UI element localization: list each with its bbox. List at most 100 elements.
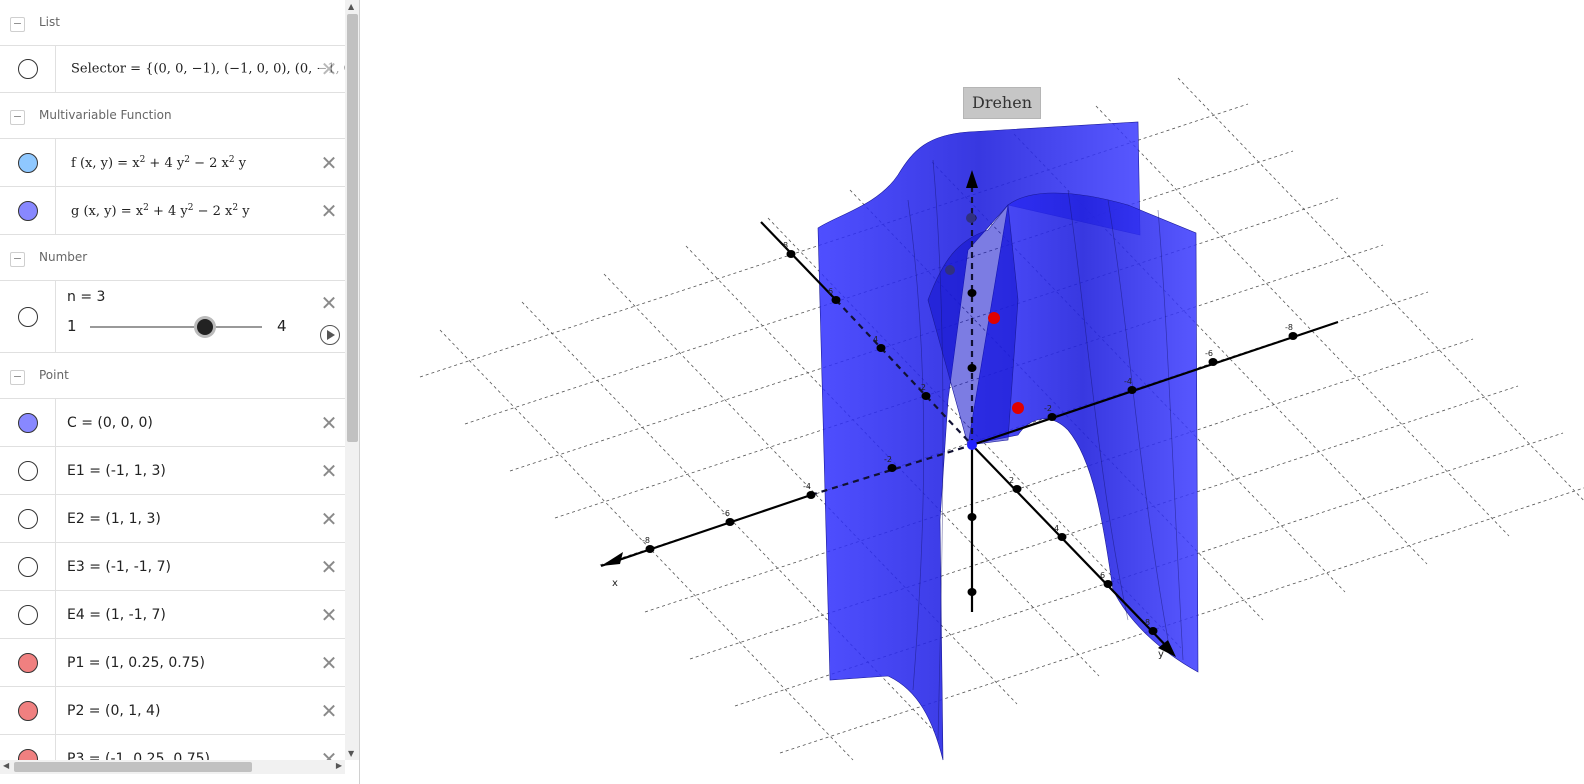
marble-cell (0, 735, 56, 760)
visibility-toggle[interactable] (18, 460, 38, 481)
delete-icon[interactable]: ✕ (319, 59, 339, 79)
algebra-row-slider-n[interactable]: n = 3 1 4 ✕ (0, 281, 345, 353)
tick-label: -6 (722, 509, 730, 518)
algebra-row-point[interactable]: E3 = (-1, -1, 7) ✕ (0, 543, 345, 591)
delete-icon[interactable]: ✕ (319, 293, 339, 313)
visibility-toggle[interactable] (18, 556, 38, 577)
point-expression[interactable]: P3 = (-1, 0.25, 0.75) (67, 751, 210, 761)
play-icon[interactable] (320, 325, 340, 345)
vertical-scrollbar[interactable]: ▲ ▼ (345, 0, 359, 760)
algebra-row-point[interactable]: P1 = (1, 0.25, 0.75) ✕ (0, 639, 345, 687)
collapse-icon[interactable]: − (10, 110, 25, 125)
group-header-number[interactable]: − Number (0, 235, 345, 281)
point-expression[interactable]: E1 = (-1, 1, 3) (67, 463, 166, 479)
algebra-row-point[interactable]: E1 = (-1, 1, 3) ✕ (0, 447, 345, 495)
marble-cell (0, 139, 56, 186)
delete-icon[interactable]: ✕ (319, 749, 339, 761)
algebra-row-point[interactable]: P3 = (-1, 0.25, 0.75) ✕ (0, 735, 345, 760)
horizontal-scrollbar[interactable]: ◀ ▶ (0, 760, 345, 774)
point-p1[interactable] (988, 312, 1000, 324)
tick-dot (876, 344, 886, 352)
scroll-up-icon[interactable]: ▲ (348, 2, 354, 11)
marble-cell (0, 46, 56, 92)
function-g-expression[interactable]: g (x, y) = x2 + 4 y2 − 2 x2 y (71, 202, 250, 218)
function-f-expression[interactable]: f (x, y) = x2 + 4 y2 − 2 x2 y (71, 154, 246, 170)
point-expression[interactable]: P1 = (1, 0.25, 0.75) (67, 655, 205, 671)
delete-icon[interactable]: ✕ (319, 153, 339, 173)
tick-dot (1057, 533, 1067, 541)
collapse-icon[interactable]: − (10, 370, 25, 385)
tick-dot (725, 518, 735, 526)
delete-icon[interactable]: ✕ (319, 653, 339, 673)
point-expression[interactable]: E4 = (1, -1, 7) (67, 607, 166, 623)
point-expression[interactable]: E2 = (1, 1, 3) (67, 511, 161, 527)
selector-equals: = (130, 61, 142, 77)
point-expression[interactable]: P2 = (0, 1, 4) (67, 703, 160, 719)
group-header-function[interactable]: − Multivariable Function (0, 93, 345, 139)
slider-thumb[interactable] (197, 319, 213, 335)
point-p3[interactable] (1012, 402, 1024, 414)
delete-icon[interactable]: ✕ (319, 413, 339, 433)
marble-cell (0, 281, 56, 352)
visibility-toggle[interactable] (18, 59, 38, 79)
collapse-icon[interactable]: − (10, 252, 25, 267)
tick-dot (786, 250, 796, 258)
scroll-left-icon[interactable]: ◀ (3, 761, 9, 770)
delete-icon[interactable]: ✕ (319, 509, 339, 529)
algebra-row-selector[interactable]: Selector = {(0, 0, −1), (−1, 0, 0), (0, … (0, 46, 345, 93)
slider-label[interactable]: n = 3 (67, 289, 105, 305)
visibility-toggle[interactable] (18, 748, 38, 760)
visibility-toggle[interactable] (18, 152, 38, 173)
delete-icon[interactable]: ✕ (319, 201, 339, 221)
tick-label: 6 (828, 287, 833, 296)
algebra-row-point[interactable]: P2 = (0, 1, 4) ✕ (0, 687, 345, 735)
term: − 2 x (193, 203, 233, 219)
delete-icon[interactable]: ✕ (319, 461, 339, 481)
delete-icon[interactable]: ✕ (319, 557, 339, 577)
selector-value: {(0, 0, −1), (−1, 0, 0), (0, −1, 0), (−0… (145, 61, 345, 77)
algebra-row-point[interactable]: E4 = (1, -1, 7) ✕ (0, 591, 345, 639)
group-header-list[interactable]: − List (0, 0, 345, 46)
visibility-toggle[interactable] (18, 652, 38, 673)
algebra-row-point[interactable]: E2 = (1, 1, 3) ✕ (0, 495, 345, 543)
slider-max: 4 (277, 317, 287, 335)
algebra-row-g[interactable]: g (x, y) = x2 + 4 y2 − 2 x2 y ✕ (0, 187, 345, 235)
algebra-view: − List Selector = {(0, 0, −1), (−1, 0, 0… (0, 0, 360, 784)
visibility-toggle[interactable] (18, 604, 38, 625)
scroll-right-icon[interactable]: ▶ (336, 761, 342, 770)
point-e1[interactable] (945, 265, 955, 275)
delete-icon[interactable]: ✕ (319, 605, 339, 625)
point-expression[interactable]: E3 = (-1, -1, 7) (67, 559, 171, 575)
tick-dot (645, 545, 655, 553)
scroll-down-icon[interactable]: ▼ (348, 749, 354, 758)
slider-track[interactable] (90, 326, 262, 328)
surface-f[interactable] (817, 121, 1199, 761)
graphics-3d-view[interactable]: -8 -6 -4 -2 -2 -4 -6 -8 8 6 4 -2 2 4 6 8 x y Drehen (368, 0, 1584, 784)
scrollbar-thumb[interactable] (347, 14, 358, 442)
marble-cell (0, 687, 56, 734)
algebra-row-f[interactable]: f (x, y) = x2 + 4 y2 − 2 x2 y ✕ (0, 139, 345, 187)
x-arrow-icon (601, 552, 623, 566)
point-e2[interactable] (966, 213, 976, 223)
scrollbar-thumb[interactable] (14, 762, 252, 772)
tick-label: -2 (1044, 404, 1052, 413)
selector-expression[interactable]: Selector = {(0, 0, −1), (−1, 0, 0), (0, … (71, 62, 345, 77)
visibility-toggle[interactable] (18, 508, 38, 529)
group-header-point[interactable]: − Point (0, 353, 345, 399)
visibility-toggle[interactable] (18, 700, 38, 721)
visibility-toggle[interactable] (18, 306, 38, 327)
algebra-row-point[interactable]: C = (0, 0, 0) ✕ (0, 399, 345, 447)
collapse-icon[interactable]: − (10, 17, 25, 32)
visibility-toggle[interactable] (18, 200, 38, 221)
tick-label: 6 (1100, 571, 1105, 580)
tick-dot (1012, 485, 1022, 493)
tick-dot (1148, 627, 1158, 635)
algebra-list: − List Selector = {(0, 0, −1), (−1, 0, 0… (0, 0, 345, 760)
visibility-toggle[interactable] (18, 412, 38, 433)
point-c[interactable] (967, 440, 977, 450)
point-expression[interactable]: C = (0, 0, 0) (67, 415, 153, 431)
group-label-number: Number (39, 250, 88, 264)
rotate-button[interactable]: Drehen (963, 87, 1041, 119)
delete-icon[interactable]: ✕ (319, 701, 339, 721)
grid-line (439, 329, 854, 761)
